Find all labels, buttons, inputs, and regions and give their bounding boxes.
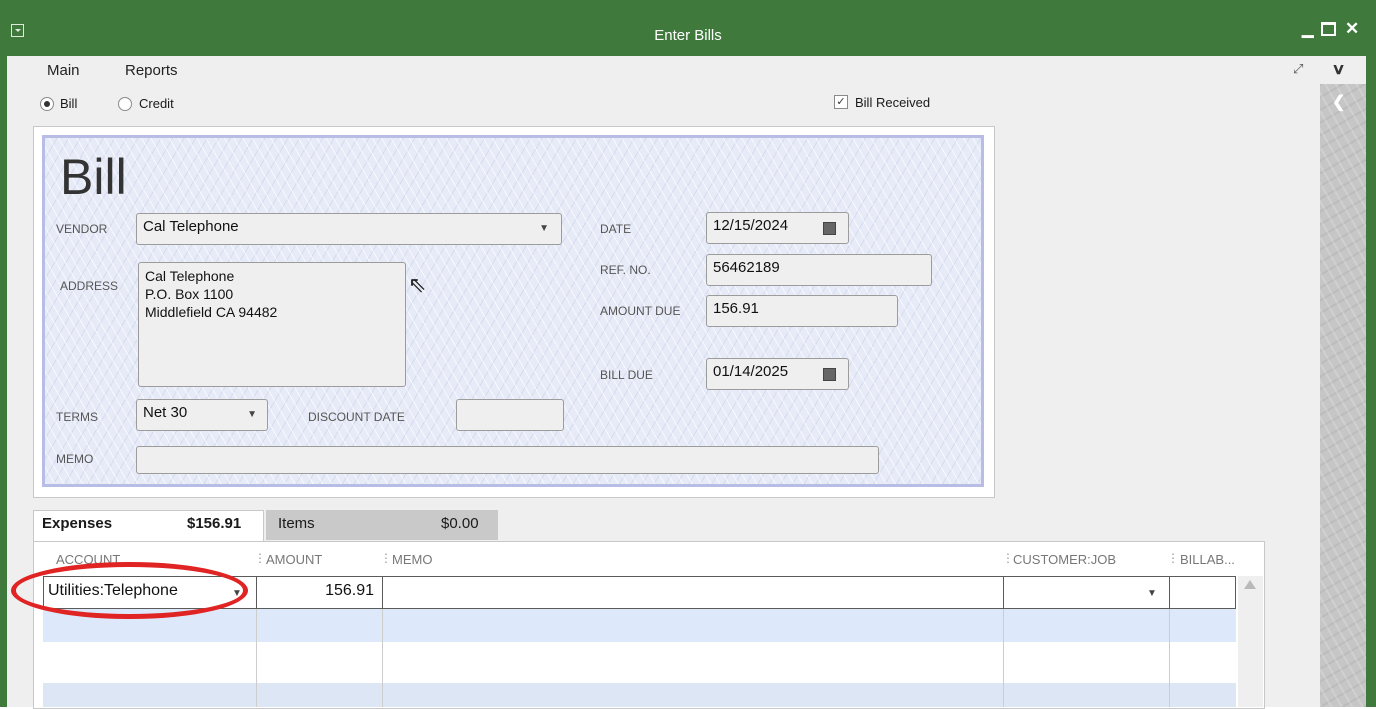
bill-due-value: 01/14/2025: [713, 363, 789, 380]
grid-scrollbar[interactable]: [1238, 576, 1263, 707]
ref-no-label: REF. NO.: [600, 263, 651, 277]
tab-items-total: $0.00: [441, 515, 479, 532]
vendor-label: VENDOR: [56, 222, 108, 236]
expand-icon[interactable]: ⤢: [1293, 61, 1303, 77]
cell-border: [1003, 576, 1004, 609]
bill-radio-label: Bill: [60, 96, 78, 111]
column-header-amount[interactable]: AMOUNT: [266, 552, 322, 567]
date-value: 12/15/2024: [713, 217, 789, 234]
column-divider[interactable]: ⋮: [380, 551, 392, 565]
calendar-icon[interactable]: [823, 368, 836, 381]
maximize-icon[interactable]: [1321, 22, 1336, 36]
chevron-down-icon[interactable]: ▼: [539, 223, 549, 234]
cell-border: [382, 576, 383, 609]
column-header-memo[interactable]: MEMO: [392, 552, 432, 567]
address-line: Middlefield CA 94482: [145, 304, 278, 320]
terms-value: Net 30: [143, 404, 188, 421]
date-label: DATE: [600, 222, 632, 236]
menu-main[interactable]: Main: [47, 62, 80, 79]
chevron-down-icon[interactable]: ∨: [1331, 60, 1345, 78]
tab-items-label: Items: [278, 515, 315, 532]
title-bar: Enter Bills ▁ ✕: [0, 0, 1376, 56]
window-border-right: [1366, 56, 1376, 707]
memo-label: MEMO: [56, 452, 94, 466]
address-field[interactable]: Cal Telephone P.O. Box 1100 Middlefield …: [138, 262, 406, 387]
amount-due-field[interactable]: 156.91: [706, 295, 898, 327]
vendor-field[interactable]: Cal Telephone ▼: [136, 213, 562, 245]
vendor-value: Cal Telephone: [143, 218, 239, 235]
chevron-down-icon[interactable]: ▼: [1147, 588, 1157, 599]
tab-expenses-label: Expenses: [42, 515, 113, 532]
address-label: ADDRESS: [60, 279, 119, 293]
cell-border: [256, 576, 257, 609]
mouse-cursor-icon: ⇖: [408, 272, 427, 297]
address-line: Cal Telephone: [145, 268, 235, 284]
window-border-left: [0, 56, 7, 707]
chevron-left-icon[interactable]: ❮: [1332, 92, 1345, 112]
chevron-down-icon[interactable]: ▼: [247, 409, 257, 420]
table-row[interactable]: [43, 642, 1236, 675]
bill-due-label: BILL DUE: [600, 368, 653, 382]
bill-heading: Bill: [60, 149, 127, 205]
minimize-icon[interactable]: ▁: [1302, 20, 1314, 38]
discount-date-field[interactable]: [456, 399, 564, 431]
terms-label: TERMS: [56, 410, 98, 424]
highlight-oval: [11, 562, 248, 619]
amount-due-label: AMOUNT DUE: [600, 304, 681, 318]
discount-date-label: DISCOUNT DATE: [308, 410, 405, 424]
bill-received-checkbox[interactable]: ✓: [834, 95, 848, 109]
column-divider[interactable]: ⋮: [1167, 551, 1179, 565]
menu-reports[interactable]: Reports: [125, 62, 178, 79]
date-field[interactable]: 12/15/2024: [706, 212, 849, 244]
column-divider[interactable]: ⋮: [254, 551, 266, 565]
column-header-customer-job[interactable]: CUSTOMER:JOB: [1013, 552, 1116, 567]
table-row[interactable]: [43, 609, 1236, 642]
bill-due-field[interactable]: 01/14/2025: [706, 358, 849, 390]
ref-no-field[interactable]: 56462189: [706, 254, 932, 286]
calendar-icon[interactable]: [823, 222, 836, 235]
table-row[interactable]: [43, 683, 1236, 707]
cell-border: [1169, 576, 1170, 609]
column-header-billable[interactable]: BILLAB...: [1180, 552, 1235, 567]
terms-field[interactable]: Net 30 ▼: [136, 399, 268, 431]
close-icon[interactable]: ✕: [1345, 19, 1359, 39]
history-rail[interactable]: ❮: [1320, 84, 1366, 707]
bill-radio[interactable]: [40, 97, 54, 111]
amount-cell[interactable]: 156.91: [260, 582, 374, 600]
address-line: P.O. Box 1100: [145, 286, 234, 302]
credit-radio-label: Credit: [139, 96, 174, 111]
credit-radio[interactable]: [118, 97, 132, 111]
memo-field[interactable]: [136, 446, 879, 474]
window-title: Enter Bills: [654, 27, 722, 44]
bill-received-label: Bill Received: [855, 95, 931, 110]
scroll-up-icon[interactable]: [1244, 580, 1256, 589]
tab-expenses-total: $156.91: [187, 515, 242, 532]
